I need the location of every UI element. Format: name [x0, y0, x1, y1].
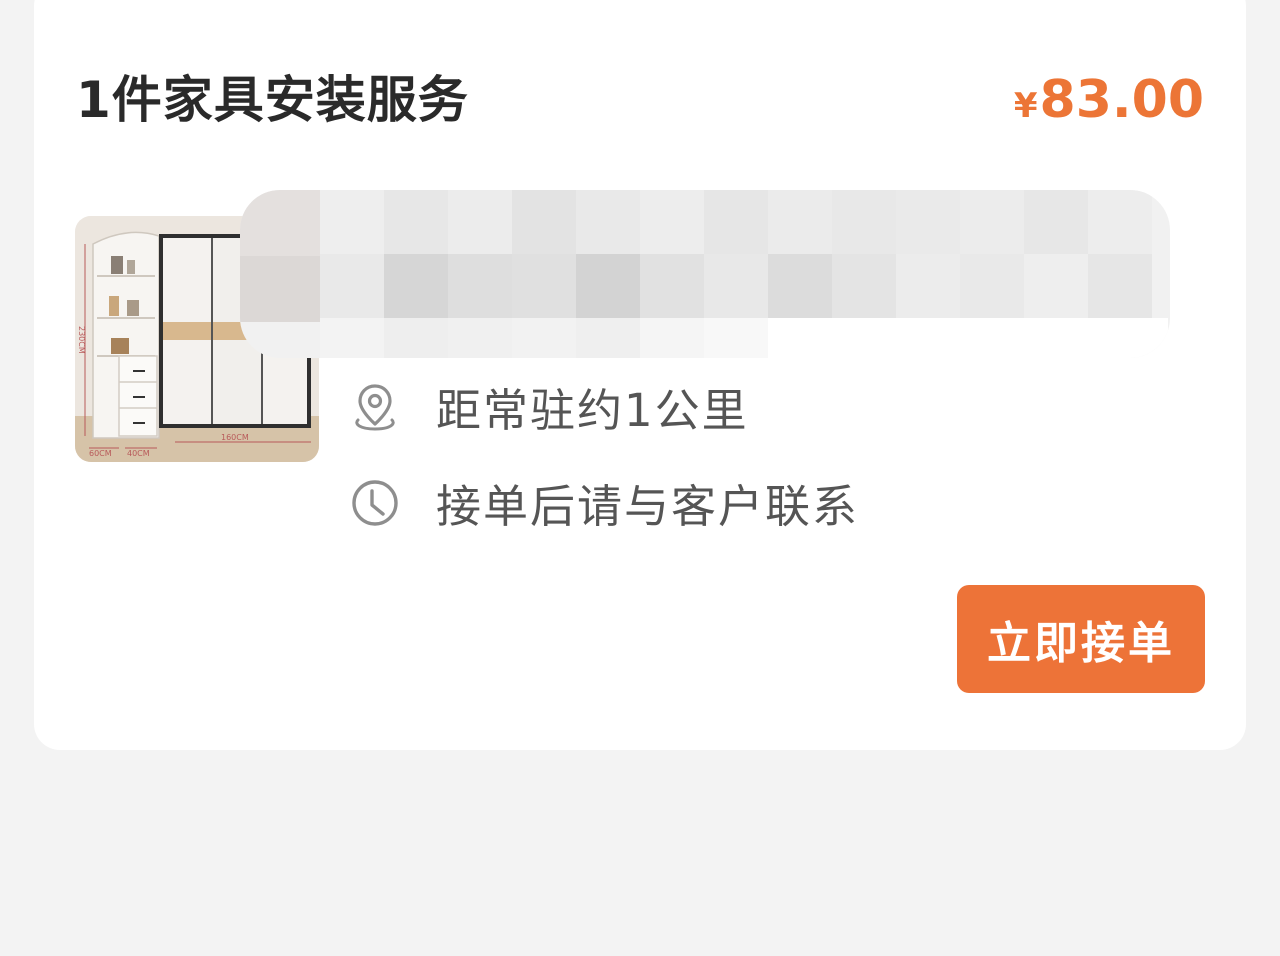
price-amount: 83.00	[1039, 70, 1204, 130]
dimension-label: 40CM	[127, 449, 150, 458]
currency-symbol: ¥	[1013, 86, 1038, 126]
contact-hint-row: 接单后请与客户联系	[348, 470, 859, 535]
accept-order-button[interactable]: 立即接单	[957, 585, 1205, 693]
pixelation-mask	[240, 190, 1170, 358]
contact-hint-text: 接单后请与客户联系	[436, 480, 860, 533]
location-pin-icon	[355, 383, 395, 431]
dimension-label: 160CM	[221, 433, 249, 442]
dimension-label: 230CM	[77, 326, 86, 354]
distance-row: 距常驻约1公里	[348, 374, 749, 439]
order-title: 1件家具安装服务	[76, 71, 469, 129]
redacted-address	[240, 190, 1170, 358]
dimension-label: 60CM	[89, 449, 112, 458]
clock-icon	[352, 479, 398, 526]
distance-text: 距常驻约1公里	[436, 384, 749, 437]
order-price: ¥83.00	[1014, 66, 1204, 146]
